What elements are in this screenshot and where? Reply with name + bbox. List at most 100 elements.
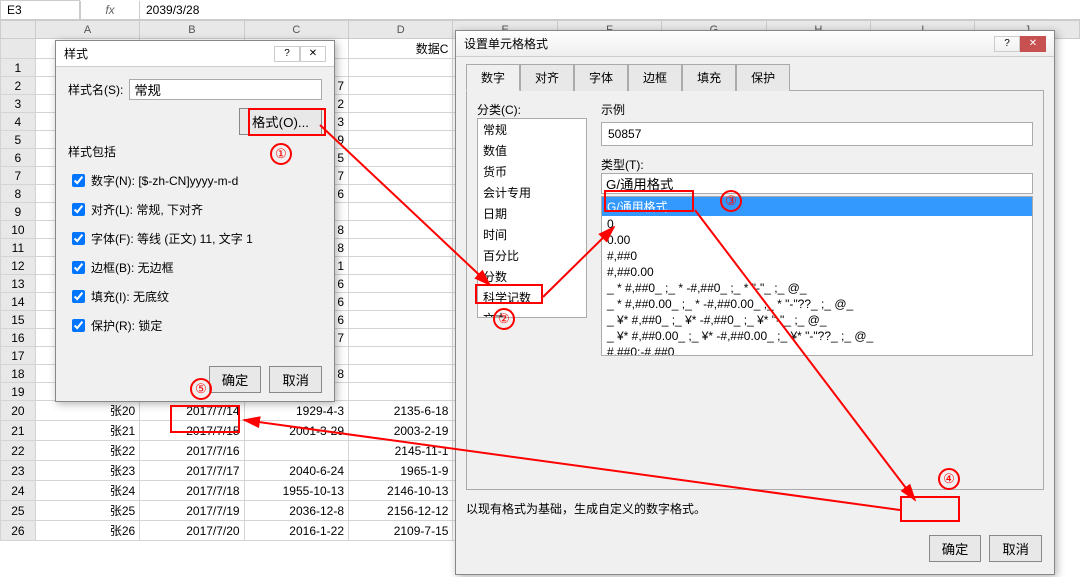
- cell[interactable]: 2017/7/15: [140, 421, 244, 441]
- cell[interactable]: [349, 239, 453, 257]
- cell[interactable]: 2017/7/20: [140, 521, 244, 541]
- cell[interactable]: [349, 149, 453, 167]
- type-list-item[interactable]: 0: [602, 216, 1032, 232]
- cell[interactable]: [349, 257, 453, 275]
- chk-protect[interactable]: [72, 319, 85, 332]
- format-cancel-button[interactable]: 取消: [989, 535, 1042, 562]
- cell[interactable]: 张24: [35, 481, 139, 501]
- cell[interactable]: 2145-11-1: [349, 441, 453, 461]
- chk-border[interactable]: [72, 261, 85, 274]
- includes-label: 样式包括: [68, 143, 322, 160]
- cell[interactable]: 2017/7/17: [140, 461, 244, 481]
- category-item[interactable]: 日期: [478, 203, 586, 224]
- cell[interactable]: 2156-12-12: [349, 501, 453, 521]
- style-name-input[interactable]: [129, 79, 322, 100]
- tab-对齐[interactable]: 对齐: [520, 64, 574, 91]
- style-ok-button[interactable]: 确定: [209, 366, 262, 393]
- tab-保护[interactable]: 保护: [736, 64, 790, 91]
- category-item[interactable]: 文本: [478, 308, 586, 318]
- cell[interactable]: 数据C: [349, 39, 453, 59]
- help-icon[interactable]: ?: [274, 46, 300, 62]
- style-cancel-button[interactable]: 取消: [269, 366, 322, 393]
- cell[interactable]: [244, 441, 348, 461]
- category-item[interactable]: 分数: [478, 266, 586, 287]
- cell[interactable]: 2109-7-15: [349, 521, 453, 541]
- category-item[interactable]: 科学记数: [478, 287, 586, 308]
- cell[interactable]: 2036-12-8: [244, 501, 348, 521]
- type-list-item[interactable]: _ * #,##0.00_ ;_ * -#,##0.00_ ;_ * "-"??…: [602, 296, 1032, 312]
- tab-边框[interactable]: 边框: [628, 64, 682, 91]
- tab-填充[interactable]: 填充: [682, 64, 736, 91]
- format-button[interactable]: 格式(O)...: [239, 108, 322, 135]
- cell[interactable]: 2017/7/19: [140, 501, 244, 521]
- name-box[interactable]: E3: [0, 0, 80, 20]
- type-list-item[interactable]: #,##0.00: [602, 264, 1032, 280]
- type-list-item[interactable]: G/通用格式: [602, 197, 1032, 216]
- category-item[interactable]: 百分比: [478, 245, 586, 266]
- chk-number[interactable]: [72, 174, 85, 187]
- cell[interactable]: 1965-1-9: [349, 461, 453, 481]
- cell[interactable]: 2040-6-24: [244, 461, 348, 481]
- format-ok-button[interactable]: 确定: [929, 535, 982, 562]
- cell[interactable]: [349, 293, 453, 311]
- formula-input[interactable]: 2039/3/28: [140, 1, 1080, 19]
- cell[interactable]: 张25: [35, 501, 139, 521]
- cell[interactable]: [349, 329, 453, 347]
- type-list-item[interactable]: #,##0;-#,##0: [602, 344, 1032, 356]
- cell[interactable]: 2017/7/16: [140, 441, 244, 461]
- category-list[interactable]: 常规数值货币会计专用日期时间百分比分数科学记数文本特殊自定义: [477, 118, 587, 318]
- cell[interactable]: [349, 77, 453, 95]
- type-list-item[interactable]: _ ¥* #,##0.00_ ;_ ¥* -#,##0.00_ ;_ ¥* "-…: [602, 328, 1032, 344]
- cell[interactable]: 2135-6-18: [349, 401, 453, 421]
- fx-icon[interactable]: fx: [80, 1, 140, 19]
- cell[interactable]: 2016-1-22: [244, 521, 348, 541]
- type-list[interactable]: G/通用格式00.00#,##0#,##0.00_ * #,##0_ ;_ * …: [601, 196, 1033, 356]
- cell[interactable]: 张20: [35, 401, 139, 421]
- cell[interactable]: [349, 347, 453, 365]
- cell[interactable]: 张26: [35, 521, 139, 541]
- tab-数字[interactable]: 数字: [466, 64, 520, 91]
- cell[interactable]: [349, 383, 453, 401]
- cell[interactable]: 张23: [35, 461, 139, 481]
- type-list-item[interactable]: _ ¥* #,##0_ ;_ ¥* -#,##0_ ;_ ¥* "-"_ ;_ …: [602, 312, 1032, 328]
- cell[interactable]: [349, 275, 453, 293]
- category-item[interactable]: 数值: [478, 140, 586, 161]
- chk-align[interactable]: [72, 203, 85, 216]
- cell[interactable]: 张21: [35, 421, 139, 441]
- type-list-item[interactable]: #,##0: [602, 248, 1032, 264]
- cell[interactable]: [349, 365, 453, 383]
- tab-字体[interactable]: 字体: [574, 64, 628, 91]
- type-list-item[interactable]: _ * #,##0_ ;_ * -#,##0_ ;_ * "-"_ ;_ @_: [602, 280, 1032, 296]
- chk-fill[interactable]: [72, 290, 85, 303]
- cell[interactable]: 张22: [35, 441, 139, 461]
- cell[interactable]: 1955-10-13: [244, 481, 348, 501]
- category-item[interactable]: 常规: [478, 119, 586, 140]
- cell[interactable]: 2017/7/18: [140, 481, 244, 501]
- cell[interactable]: [349, 203, 453, 221]
- close-icon[interactable]: ✕: [300, 46, 326, 62]
- cell[interactable]: [349, 131, 453, 149]
- category-item[interactable]: 货币: [478, 161, 586, 182]
- sample-value: 50857: [601, 122, 1033, 146]
- category-label: 分类(C):: [477, 101, 587, 118]
- cell[interactable]: 2003-2-19: [349, 421, 453, 441]
- cell[interactable]: 2001-3-29: [244, 421, 348, 441]
- cell[interactable]: 2017/7/14: [140, 401, 244, 421]
- help-icon[interactable]: ?: [994, 36, 1020, 52]
- cell[interactable]: [349, 95, 453, 113]
- cell[interactable]: [349, 221, 453, 239]
- type-input[interactable]: [601, 173, 1033, 194]
- cell[interactable]: 1929-4-3: [244, 401, 348, 421]
- close-icon[interactable]: ✕: [1020, 36, 1046, 52]
- style-dialog: 样式 ? ✕ 样式名(S): 格式(O)... 样式包括 数字(N): [$-z…: [55, 40, 335, 402]
- category-item[interactable]: 会计专用: [478, 182, 586, 203]
- type-list-item[interactable]: 0.00: [602, 232, 1032, 248]
- cell[interactable]: [349, 167, 453, 185]
- cell[interactable]: [349, 113, 453, 131]
- cell[interactable]: 2146-10-13: [349, 481, 453, 501]
- cell[interactable]: [349, 311, 453, 329]
- cell[interactable]: [349, 185, 453, 203]
- cell[interactable]: [349, 59, 453, 77]
- chk-font[interactable]: [72, 232, 85, 245]
- category-item[interactable]: 时间: [478, 224, 586, 245]
